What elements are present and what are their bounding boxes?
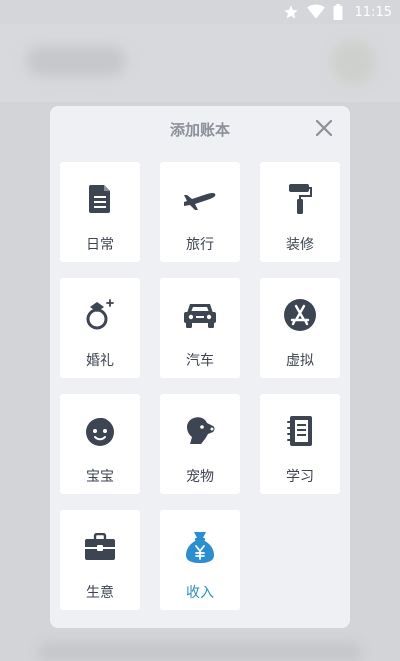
background-header — [0, 24, 400, 102]
battery-icon — [333, 4, 343, 20]
ledger-tile-renovation[interactable]: 装修 — [260, 162, 340, 262]
tile-label: 婚礼 — [86, 353, 114, 369]
ledger-tile-car[interactable]: 汽车 — [160, 278, 240, 378]
tile-label: 日常 — [86, 237, 114, 253]
status-time: 11:15 — [354, 4, 392, 20]
tile-label: 汽车 — [186, 353, 214, 369]
tile-label: 宠物 — [186, 469, 214, 485]
ledger-tile-virtual[interactable]: 虚拟 — [260, 278, 340, 378]
dialog-title: 添加账本 — [169, 121, 230, 139]
background-title-blur — [26, 46, 126, 76]
close-button[interactable] — [312, 118, 336, 142]
tile-label: 学习 — [286, 469, 314, 485]
ledger-tile-daily[interactable]: 日常 — [60, 162, 140, 262]
add-ledger-dialog: 添加账本 日常 旅行 装修 婚礼 汽车 虚拟 宝宝 宠物 学习 生意 收入 — [50, 106, 350, 628]
tile-label: 宝宝 — [86, 469, 114, 485]
tile-label: 旅行 — [186, 237, 214, 253]
notebook-icon — [283, 414, 317, 448]
paint-roller-icon — [283, 182, 317, 216]
background-bottom-blur — [40, 643, 360, 661]
ledger-tile-study[interactable]: 学习 — [260, 394, 340, 494]
baby-face-icon — [83, 414, 117, 448]
tile-label: 虚拟 — [286, 353, 314, 369]
wifi-icon — [306, 4, 325, 20]
background-action-blur — [332, 40, 376, 84]
document-icon — [83, 182, 117, 216]
star-icon — [283, 4, 299, 20]
ledger-type-grid: 日常 旅行 装修 婚礼 汽车 虚拟 宝宝 宠物 学习 生意 收入 — [60, 162, 340, 610]
status-bar: 11:15 — [0, 0, 400, 24]
car-icon — [183, 298, 217, 332]
ledger-tile-pet[interactable]: 宠物 — [160, 394, 240, 494]
close-icon — [315, 119, 333, 141]
ledger-tile-wedding[interactable]: 婚礼 — [60, 278, 140, 378]
tile-label: 生意 — [86, 585, 114, 601]
ledger-tile-travel[interactable]: 旅行 — [160, 162, 240, 262]
app-store-icon — [283, 298, 317, 332]
money-bag-icon — [183, 530, 217, 564]
ledger-tile-income[interactable]: 收入 — [160, 510, 240, 610]
tile-label: 收入 — [186, 585, 214, 601]
dog-icon — [183, 414, 217, 448]
tile-label: 装修 — [286, 237, 314, 253]
dialog-header: 添加账本 — [50, 106, 350, 154]
ledger-tile-business[interactable]: 生意 — [60, 510, 140, 610]
briefcase-icon — [83, 530, 117, 564]
airplane-icon — [183, 182, 217, 216]
ledger-tile-baby[interactable]: 宝宝 — [60, 394, 140, 494]
ring-icon — [83, 298, 117, 332]
